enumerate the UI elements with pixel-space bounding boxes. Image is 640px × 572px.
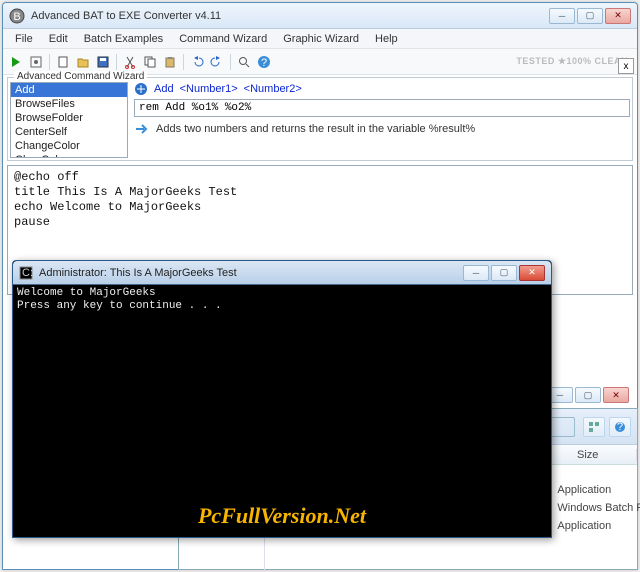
minimize-button[interactable]: ─ [549, 8, 575, 24]
command-item-changecolor[interactable]: ChangeColor [11, 139, 127, 153]
explorer-view-button[interactable] [583, 417, 605, 437]
app-icon: B [9, 8, 25, 24]
file-type: Application [557, 484, 640, 496]
wizard-close-button[interactable]: x [618, 58, 634, 74]
command-wizard-panel: Advanced Command Wizard TESTED ★100% CLE… [7, 77, 633, 161]
help-button[interactable]: ? [255, 53, 273, 71]
copy-button[interactable] [141, 53, 159, 71]
find-button[interactable] [235, 53, 253, 71]
toolbar-sep [183, 54, 184, 70]
undo-button[interactable] [188, 53, 206, 71]
command-item-centerself[interactable]: CenterSelf [11, 125, 127, 139]
command-item-clearcolor[interactable]: ClearColor [11, 153, 127, 158]
main-titlebar[interactable]: B Advanced BAT to EXE Converter v4.11 ─ … [3, 3, 637, 29]
tested-badge: TESTED ★100% CLEAN [516, 56, 628, 67]
file-type: Application [557, 520, 640, 532]
svg-text:C:\: C:\ [22, 267, 33, 279]
svg-text:?: ? [261, 57, 267, 69]
open-button[interactable] [74, 53, 92, 71]
maximize-button[interactable]: ▢ [577, 8, 603, 24]
explorer-help-button[interactable]: ? [609, 417, 631, 437]
menu-help[interactable]: Help [367, 31, 406, 47]
menu-graphic-wizard[interactable]: Graphic Wizard [275, 31, 367, 47]
watermark-text: PcFullVersion.Net [198, 503, 366, 529]
file-type: Windows Batch File [557, 502, 640, 514]
console-icon: C:\ [19, 266, 33, 280]
console-titlebar[interactable]: C:\ Administrator: This Is A MajorGeeks … [13, 261, 551, 285]
command-item-browsefiles[interactable]: BrowseFiles [11, 97, 127, 111]
menu-file[interactable]: File [7, 31, 41, 47]
console-minimize-button[interactable]: ─ [463, 265, 489, 281]
column-size[interactable]: Size [569, 449, 637, 461]
menubar: File Edit Batch Examples Command Wizard … [3, 29, 637, 49]
command-list[interactable]: Add BrowseFiles BrowseFolder CenterSelf … [10, 82, 128, 158]
wizard-label: Advanced Command Wizard [14, 71, 147, 82]
command-description: Adds two numbers and returns the result … [156, 123, 475, 135]
window-controls: ─ ▢ ✕ [549, 8, 631, 24]
toolbar-sep [49, 54, 50, 70]
console-maximize-button[interactable]: ▢ [491, 265, 517, 281]
svg-text:B: B [13, 11, 20, 23]
redo-button[interactable] [208, 53, 226, 71]
command-header: Add <Number1> <Number2> [134, 82, 630, 96]
paste-button[interactable] [161, 53, 179, 71]
toolbar-sep [230, 54, 231, 70]
command-input[interactable] [134, 99, 630, 117]
console-close-button[interactable]: ✕ [519, 265, 545, 281]
build-button[interactable] [27, 53, 45, 71]
menu-command-wizard[interactable]: Command Wizard [171, 31, 275, 47]
toolbar-sep [116, 54, 117, 70]
cut-button[interactable] [121, 53, 139, 71]
svg-text:?: ? [617, 421, 623, 433]
menu-batch-examples[interactable]: Batch Examples [76, 31, 171, 47]
play-button[interactable] [7, 53, 25, 71]
save-button[interactable] [94, 53, 112, 71]
close-button[interactable]: ✕ [605, 8, 631, 24]
command-icon [134, 82, 148, 96]
explorer-close-button[interactable]: ✕ [603, 387, 629, 403]
console-output: Welcome to MajorGeeks Press any key to c… [13, 285, 551, 315]
command-name: Add [154, 83, 174, 95]
command-item-add[interactable]: Add [11, 83, 127, 97]
new-button[interactable] [54, 53, 72, 71]
command-item-browsefolder[interactable]: BrowseFolder [11, 111, 127, 125]
command-param-1: <Number1> [180, 83, 238, 95]
command-param-2: <Number2> [244, 83, 302, 95]
window-title: Advanced BAT to EXE Converter v4.11 [31, 10, 549, 22]
console-title: Administrator: This Is A MajorGeeks Test [39, 267, 463, 279]
arrow-icon [134, 121, 150, 137]
console-window: C:\ Administrator: This Is A MajorGeeks … [12, 260, 552, 538]
explorer-maximize-button[interactable]: ▢ [575, 387, 601, 403]
menu-edit[interactable]: Edit [41, 31, 76, 47]
